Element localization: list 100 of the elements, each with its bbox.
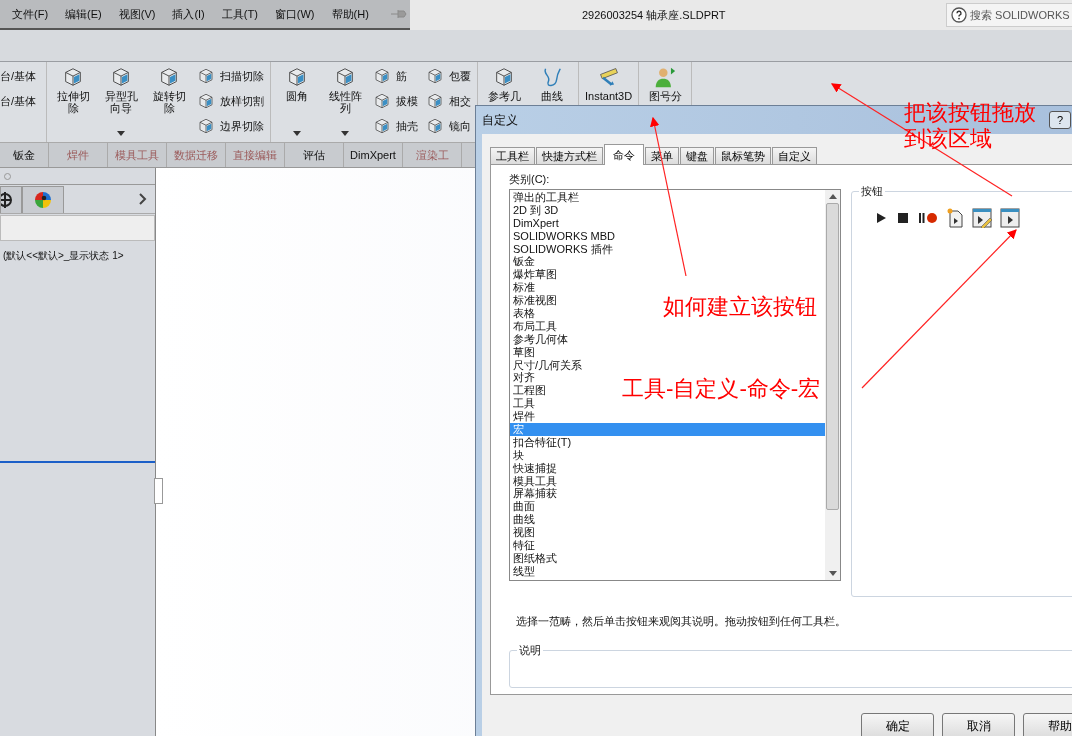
list-item[interactable]: DimXpert	[510, 216, 562, 230]
dialog-button[interactable]: 确定	[861, 713, 934, 736]
new-document-icon[interactable]	[946, 208, 964, 228]
list-item[interactable]: 快速捕捉	[510, 461, 560, 475]
cube-icon	[373, 92, 392, 110]
tree-item[interactable]: (默认<<默认>_显示状态 1>	[0, 249, 155, 263]
list-item[interactable]: 特征	[510, 539, 538, 552]
list-item[interactable]: 弹出的工具栏	[510, 191, 582, 204]
toolbar-button[interactable]: 拉伸切除	[53, 64, 94, 140]
dialog-tab[interactable]: 自定义	[772, 147, 817, 164]
list-item[interactable]: 参考几何体	[510, 332, 571, 346]
toolbar-button[interactable]: 包覆	[426, 65, 472, 87]
cube-icon	[197, 92, 216, 110]
list-item[interactable]: 图纸格式	[510, 551, 560, 565]
splitter-handle[interactable]	[154, 478, 163, 504]
dialog-tab[interactable]: 工具栏	[490, 147, 535, 164]
feature-tab[interactable]: DimXpert	[344, 143, 403, 167]
list-item[interactable]: 布局工具	[510, 319, 560, 333]
menu-item[interactable]: 插入(I)	[172, 6, 205, 22]
dialog-button[interactable]: 帮助	[1023, 713, 1072, 736]
edit-window-icon[interactable]	[972, 208, 992, 228]
menu-item[interactable]: 工具(T)	[221, 6, 258, 22]
window-icon[interactable]	[1000, 208, 1020, 228]
play-icon[interactable]	[874, 211, 888, 225]
dialog-tab[interactable]: 鼠标笔势	[715, 147, 771, 164]
list-item[interactable]: 表格	[510, 307, 538, 320]
list-item[interactable]: SOLIDWORKS 插件	[510, 242, 616, 256]
color-ball-icon	[34, 191, 52, 209]
toolbar-button[interactable]: 台/基体	[0, 90, 37, 112]
dialog-button[interactable]: 取消	[942, 713, 1015, 736]
toolbar-button[interactable]: 线性阵列	[325, 64, 366, 140]
dialog-title: 自定义	[482, 111, 518, 129]
annotation-text: 如何建立该按钮	[663, 294, 817, 320]
caret-icon[interactable]	[293, 131, 302, 136]
cube-icon	[426, 92, 445, 110]
help-icon	[951, 7, 967, 23]
list-item[interactable]: 对齐	[510, 371, 538, 385]
menu-item[interactable]: 视图(V)	[118, 6, 156, 22]
window-title: 2926003254 轴承座.SLDPRT	[582, 7, 726, 23]
menu-item[interactable]: 窗口(W)	[274, 6, 315, 22]
list-item[interactable]: 尺寸/几何关系	[510, 358, 586, 372]
dialog-tab[interactable]: 菜单	[645, 147, 679, 164]
toolbar-button[interactable]: 镜向	[426, 115, 472, 137]
list-item[interactable]: 工程图	[510, 384, 549, 398]
toolbar-button[interactable]: 旋转切除	[149, 64, 190, 140]
toolbar-button[interactable]: 扫描切除	[197, 65, 265, 87]
toolbar-button[interactable]: 抽壳	[373, 115, 419, 137]
toolbar-button[interactable]: 圆角	[277, 64, 318, 140]
toolbar-button[interactable]: 放样切割	[197, 90, 265, 112]
menu-item[interactable]: 帮助(H)	[331, 6, 369, 22]
list-item[interactable]: 标准	[510, 281, 538, 295]
up-arrow-icon[interactable]	[828, 194, 837, 199]
filter-field[interactable]	[0, 215, 155, 241]
toolbar-button[interactable]: 异型孔向导	[101, 64, 142, 140]
stop-icon[interactable]	[896, 211, 910, 225]
list-item[interactable]: 视图	[510, 526, 538, 540]
list-item[interactable]: 钣金	[510, 255, 538, 269]
toolbar-button[interactable]: 相交	[426, 90, 472, 112]
list-item[interactable]: 扣合特征(T)	[510, 435, 575, 449]
caret-icon[interactable]	[117, 131, 126, 136]
list-item[interactable]: 模具工具	[510, 474, 560, 488]
list-item[interactable]: 曲面	[510, 500, 538, 514]
dialog-tab[interactable]: 命令	[604, 144, 644, 165]
list-item[interactable]: 块	[510, 448, 527, 462]
feature-tab[interactable]: 评估	[285, 143, 344, 167]
dialog-tab[interactable]: 快捷方式栏	[536, 147, 603, 164]
toolbar-button[interactable]: 台/基体	[0, 65, 37, 87]
down-arrow-icon[interactable]	[828, 571, 837, 576]
pause-record-icon[interactable]	[918, 211, 938, 225]
list-item[interactable]: 2D 到 3D	[510, 203, 562, 217]
toolbar-button[interactable]: 拔模	[373, 90, 419, 112]
toolbar-button[interactable]: 边界切除	[197, 115, 265, 137]
annotation-text: 工具-自定义-命令-宏	[622, 376, 821, 402]
list-item[interactable]: 工具	[510, 397, 538, 411]
menu-item[interactable]: 编辑(E)	[65, 6, 102, 22]
search-field[interactable]: 搜索 SOLIDWORKS	[946, 3, 1072, 27]
hint-text: 选择一范畴，然后单击按钮来观阅其说明。拖动按钮到任何工具栏。	[516, 614, 847, 629]
scrollbar[interactable]	[825, 190, 840, 580]
feature-tab[interactable]: 钣金	[0, 143, 49, 167]
list-item[interactable]: 标准视图	[510, 294, 560, 307]
list-item[interactable]: 曲线	[510, 513, 538, 527]
dialog-tab[interactable]: 键盘	[680, 147, 714, 164]
toolbar-button[interactable]: 曲线	[532, 64, 573, 140]
list-item[interactable]: 草图	[510, 345, 538, 359]
curve-icon	[541, 66, 564, 88]
toolbar-button[interactable]: 筋	[373, 65, 419, 87]
list-item[interactable]: 线型	[510, 564, 538, 578]
help-button[interactable]: ?	[1049, 111, 1071, 129]
caret-icon[interactable]	[341, 131, 350, 136]
menu-item[interactable]: 文件(F)	[12, 6, 49, 22]
panel-tab[interactable]	[0, 186, 22, 213]
cube-icon	[373, 117, 392, 135]
toolbar-button[interactable]: 图号分	[645, 64, 686, 140]
list-item[interactable]: 焊件	[510, 410, 538, 424]
list-item[interactable]: 爆炸草图	[510, 268, 560, 282]
chevron-right-icon[interactable]	[139, 193, 147, 205]
cube-icon	[426, 117, 445, 135]
toolbar-button[interactable]: Instant3D	[585, 64, 633, 140]
list-item[interactable]: 屏幕捕获	[510, 487, 560, 501]
list-item[interactable]: SOLIDWORKS MBD	[510, 229, 619, 243]
